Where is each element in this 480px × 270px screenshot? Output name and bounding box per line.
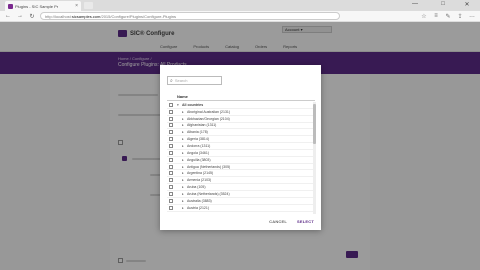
tree-row[interactable]: ▸ Afghanistan (1311) bbox=[167, 123, 315, 130]
tree-row[interactable]: ▸ Andorra (1311) bbox=[167, 143, 315, 150]
search-box: ⌕ bbox=[167, 76, 222, 85]
row-label: Abkhazian/Georgian (2104) bbox=[187, 116, 230, 121]
row-label: Andorra (1311) bbox=[187, 143, 211, 148]
tree-row[interactable]: ▸ Abkhazian/Georgian (2104) bbox=[167, 116, 315, 123]
search-input[interactable] bbox=[174, 77, 213, 84]
row-checkbox[interactable] bbox=[169, 205, 173, 210]
row-checkbox[interactable] bbox=[169, 116, 173, 121]
row-label: Armenia (2103) bbox=[187, 178, 212, 183]
row-checkbox[interactable] bbox=[169, 198, 173, 203]
row-checkbox[interactable] bbox=[169, 171, 173, 176]
scrollbar-thumb[interactable] bbox=[313, 104, 316, 144]
tree-row[interactable]: ▸ Armenia (2103) bbox=[167, 177, 315, 185]
favorites-icon[interactable]: ☆ bbox=[420, 13, 428, 20]
tree-row[interactable]: ▸ Austria (2121) bbox=[167, 205, 315, 212]
dialog-actions: CANCEL SELECT bbox=[269, 219, 314, 224]
country-tree-list: ▾ All countries ▸ Aboriginal Australian (21… bbox=[167, 102, 315, 214]
close-window-button[interactable]: ✕ bbox=[462, 1, 472, 8]
row-checkbox[interactable] bbox=[169, 102, 173, 107]
tab-title: Plugins - SIC Sample Pr bbox=[15, 3, 59, 9]
row-label: Argentina (2145) bbox=[187, 171, 214, 176]
tree-row[interactable]: ▸ Algeria (3814) bbox=[167, 136, 315, 144]
row-label: Afghanistan (1311) bbox=[187, 123, 217, 128]
list-header: Name bbox=[167, 93, 315, 101]
site-favicon-icon bbox=[8, 3, 13, 9]
row-label: Aboriginal Australian (2131) bbox=[187, 109, 230, 114]
tree-row[interactable]: ▸ Albania (178) bbox=[167, 129, 315, 137]
row-label: Australia (3883) bbox=[187, 198, 212, 203]
row-checkbox[interactable] bbox=[169, 191, 173, 196]
url-path: /2015/Configure/Plugins/Configure-Plugin… bbox=[100, 13, 176, 19]
row-checkbox[interactable] bbox=[169, 150, 173, 155]
minimize-button[interactable]: — bbox=[410, 1, 420, 7]
row-checkbox[interactable] bbox=[169, 130, 173, 135]
row-checkbox[interactable] bbox=[169, 164, 173, 169]
row-label: Algeria (3814) bbox=[187, 137, 209, 142]
browser-toolbar: ← → ↻ http://localhost: sicsamples.com/20… bbox=[0, 11, 480, 22]
tree-row[interactable]: ▸ Angola (3461) bbox=[167, 150, 315, 157]
tab-close-icon[interactable]: × bbox=[75, 3, 78, 9]
url-prefix: http://localhost: bbox=[45, 13, 72, 19]
tree-row[interactable]: ▸ Argentina (2145) bbox=[167, 170, 315, 178]
hub-icon[interactable]: ≡ bbox=[432, 13, 440, 19]
refresh-icon[interactable]: ↻ bbox=[28, 13, 36, 20]
name-column-header[interactable]: Name bbox=[177, 94, 188, 99]
tree-row[interactable]: ▸ Aboriginal Australian (2131) bbox=[167, 109, 315, 116]
cancel-button[interactable]: CANCEL bbox=[269, 219, 287, 224]
row-label: Austria (2121) bbox=[187, 205, 209, 210]
forward-icon[interactable]: → bbox=[16, 13, 24, 19]
browser-tab-strip: Plugins - SIC Sample Pr × — □ ✕ bbox=[0, 0, 480, 11]
address-bar[interactable]: http://localhost: sicsamples.com/2015/Con… bbox=[40, 12, 340, 20]
tree-row[interactable]: ▸ Aruba (105) bbox=[167, 184, 315, 191]
row-label: Aruba (Netherlands) (3524) bbox=[187, 191, 230, 196]
maximize-button[interactable]: □ bbox=[438, 1, 448, 7]
row-label: All countries bbox=[182, 102, 204, 107]
row-checkbox[interactable] bbox=[169, 157, 173, 162]
search-icon: ⌕ bbox=[170, 77, 173, 84]
row-checkbox[interactable] bbox=[169, 185, 173, 190]
more-icon[interactable]: … bbox=[468, 13, 476, 19]
row-label: Aruba (105) bbox=[187, 185, 206, 190]
tree-row[interactable]: ▸ Aruba (Netherlands) (3524) bbox=[167, 191, 315, 198]
row-label: Antigua (Netherlands) (305) bbox=[187, 164, 231, 169]
tree-row[interactable]: ▸ Antigua (Netherlands) (305) bbox=[167, 164, 315, 171]
select-button[interactable]: SELECT bbox=[297, 219, 314, 224]
new-tab-button[interactable] bbox=[84, 2, 93, 9]
url-host: sicsamples.com bbox=[71, 13, 101, 19]
share-icon[interactable]: ⇪ bbox=[456, 13, 464, 20]
row-checkbox[interactable] bbox=[169, 143, 173, 148]
notes-icon[interactable]: ✎ bbox=[444, 13, 452, 20]
row-checkbox[interactable] bbox=[169, 178, 173, 183]
row-checkbox[interactable] bbox=[169, 123, 173, 128]
tree-row[interactable]: ▸ Anguilla (3803) bbox=[167, 157, 315, 164]
row-checkbox[interactable] bbox=[169, 137, 173, 142]
country-picker-dialog: ⌕ Name ▾All countries▸Aboriginal Austral… bbox=[160, 65, 321, 230]
row-label: Angola (3461) bbox=[187, 150, 209, 155]
browser-tab[interactable]: Plugins - SIC Sample Pr × bbox=[5, 1, 81, 11]
list-scrollbar[interactable] bbox=[313, 102, 316, 214]
row-label: Albania (178) bbox=[187, 130, 208, 135]
row-checkbox[interactable] bbox=[169, 109, 173, 114]
row-label: Anguilla (3803) bbox=[187, 157, 211, 162]
tree-root-row[interactable]: ▾ All countries bbox=[167, 102, 315, 109]
back-icon[interactable]: ← bbox=[4, 13, 12, 19]
tree-row[interactable]: ▸ Australia (3883) bbox=[167, 198, 315, 205]
